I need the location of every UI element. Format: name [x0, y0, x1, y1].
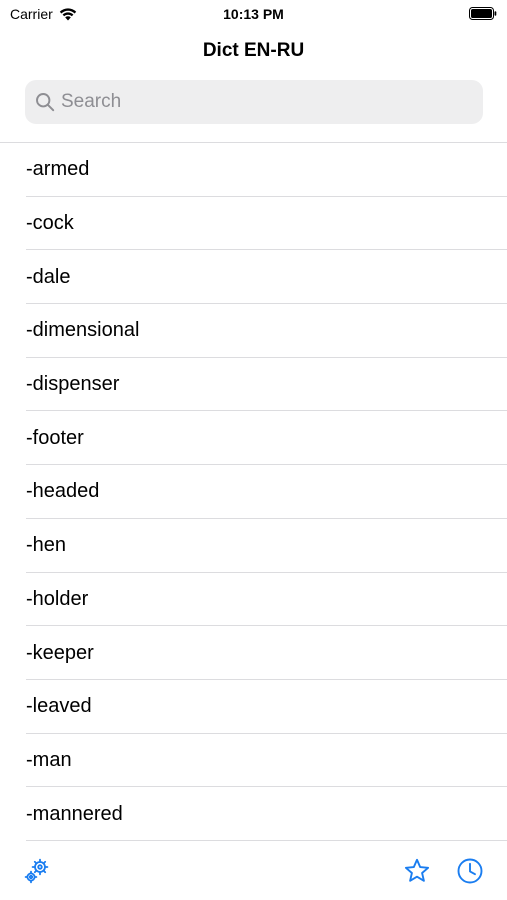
list-item-label: -footer	[26, 426, 84, 449]
list-item-label: -hen	[26, 534, 67, 557]
list-item-label: -man	[26, 748, 72, 771]
list-item[interactable]: -armed	[0, 143, 507, 197]
clock-icon	[457, 858, 483, 884]
list-item-label: -armed	[26, 158, 90, 181]
list-item-label: -headed	[26, 480, 100, 503]
search-icon	[36, 93, 55, 112]
list-item-label: -keeper	[26, 641, 94, 664]
list-item[interactable]: -cock	[0, 197, 507, 251]
list-item[interactable]: -holder	[0, 573, 507, 627]
list-item[interactable]: -dale	[0, 250, 507, 304]
status-time: 10:13 PM	[223, 6, 284, 22]
favorites-button[interactable]	[402, 856, 432, 886]
gears-icon	[24, 858, 49, 884]
list-item[interactable]: -headed	[0, 465, 507, 519]
list-item[interactable]: -keeper	[0, 626, 507, 680]
list-item-label: -mannered	[26, 802, 123, 825]
list-item-label: -leaved	[26, 695, 92, 718]
settings-button[interactable]	[22, 856, 52, 886]
list-item-label: -dale	[26, 265, 71, 288]
list-item[interactable]: -dispenser	[0, 358, 507, 412]
history-button[interactable]	[455, 856, 485, 886]
list-item[interactable]: -dimensional	[0, 304, 507, 358]
list-item[interactable]: -leaved	[0, 680, 507, 734]
list-item[interactable]: -footer	[0, 411, 507, 465]
list-item-label: -dimensional	[26, 319, 140, 342]
list-item[interactable]: -mannered	[0, 787, 507, 841]
list-item[interactable]: -hen	[0, 519, 507, 573]
star-icon	[404, 858, 430, 882]
list-item-label: -cock	[26, 212, 74, 235]
search-bar[interactable]	[25, 80, 483, 124]
list-item[interactable]: -man	[0, 734, 507, 788]
list-item-label: -dispenser	[26, 373, 120, 396]
bottom-toolbar	[0, 842, 507, 900]
list-item-label: -holder	[26, 587, 89, 610]
word-list: -armed -cock -dale -dimensional -dispenser -f…	[0, 143, 507, 841]
search-input[interactable]	[61, 91, 461, 113]
page-title: Dict EN-RU	[202, 40, 305, 61]
status-bar: Carrier 10:13 PM	[0, 0, 507, 30]
battery-icon	[469, 7, 497, 20]
